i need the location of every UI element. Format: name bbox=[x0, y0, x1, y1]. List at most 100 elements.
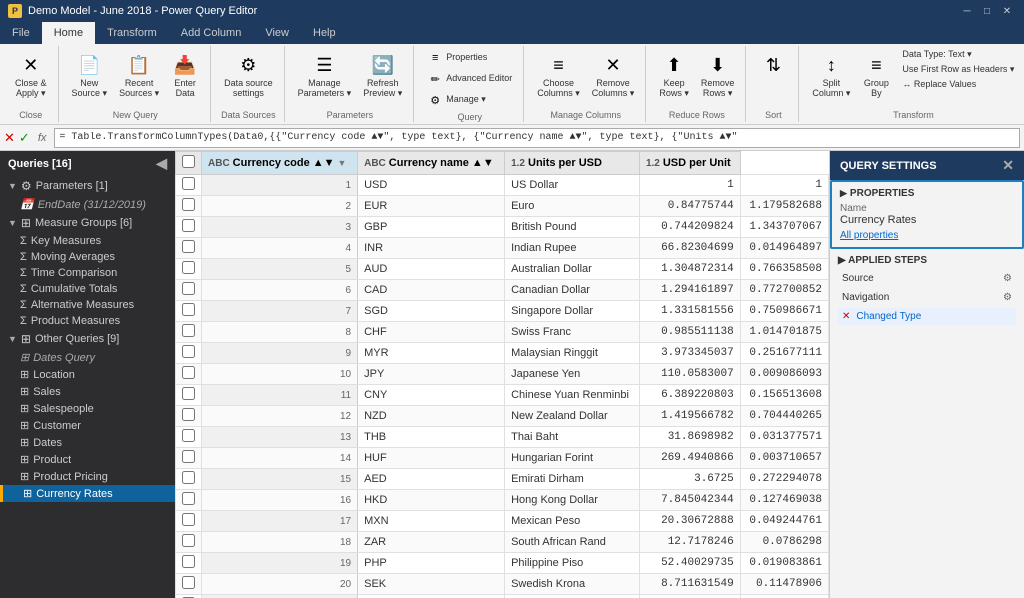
sidebar-item-customer[interactable]: ⊞ Customer bbox=[0, 417, 175, 434]
sidebar-item-dates-query[interactable]: ⊞ Dates Query bbox=[0, 349, 175, 366]
use-first-row-button[interactable]: Use First Row as Headers ▾ bbox=[897, 63, 1019, 77]
step-navigation[interactable]: Navigation ⚙ bbox=[838, 289, 1016, 306]
cell-currency-code[interactable]: CHF bbox=[358, 322, 505, 343]
row-checkbox[interactable] bbox=[182, 366, 195, 379]
table-row[interactable]: 15AEDEmirati Dirham3.67250.272294078 bbox=[176, 469, 829, 490]
cell-currency-name[interactable]: Philippine Piso bbox=[505, 553, 640, 574]
step-source-gear-icon[interactable]: ⚙ bbox=[1003, 273, 1012, 284]
cell-units-per-usd[interactable]: 52.40029735 bbox=[639, 553, 740, 574]
row-checkbox[interactable] bbox=[182, 219, 195, 232]
row-checkbox[interactable] bbox=[182, 492, 195, 505]
cell-currency-code[interactable]: GBP bbox=[358, 217, 505, 238]
table-row[interactable]: 14HUFHungarian Forint269.49408660.003710… bbox=[176, 448, 829, 469]
sidebar-item-location[interactable]: ⊞ Location bbox=[0, 366, 175, 383]
cell-currency-code[interactable]: ZAR bbox=[358, 532, 505, 553]
sidebar-item-salespeople[interactable]: ⊞ Salespeople bbox=[0, 400, 175, 417]
cell-currency-code[interactable]: MYR bbox=[358, 343, 505, 364]
table-row[interactable]: 10JPYJapanese Yen110.05830070.009086093 bbox=[176, 364, 829, 385]
row-checkbox[interactable] bbox=[182, 450, 195, 463]
cell-usd-per-unit[interactable]: 0.766358508 bbox=[740, 259, 828, 280]
cell-currency-name[interactable]: Chinese Yuan Renminbi bbox=[505, 385, 640, 406]
close-apply-button[interactable]: ✕ Close &Apply ▾ bbox=[10, 48, 52, 102]
cell-currency-name[interactable]: Mexican Peso bbox=[505, 511, 640, 532]
cell-usd-per-unit[interactable]: 0.127469038 bbox=[740, 490, 828, 511]
cell-currency-name[interactable]: Swiss Franc bbox=[505, 322, 640, 343]
choose-columns-button[interactable]: ≡ ChooseColumns ▾ bbox=[532, 48, 585, 102]
cell-currency-name[interactable]: Hong Kong Dollar bbox=[505, 490, 640, 511]
cell-currency-name[interactable]: British Pound bbox=[505, 217, 640, 238]
table-row[interactable]: 18ZARSouth African Rand12.71782460.07862… bbox=[176, 532, 829, 553]
row-checkbox[interactable] bbox=[182, 282, 195, 295]
tab-transform[interactable]: Transform bbox=[95, 22, 169, 44]
cell-currency-code[interactable]: NZD bbox=[358, 406, 505, 427]
cell-usd-per-unit[interactable]: 0.0786298 bbox=[740, 532, 828, 553]
cell-currency-code[interactable]: HKD bbox=[358, 490, 505, 511]
cell-currency-code[interactable]: SEK bbox=[358, 574, 505, 595]
cell-usd-per-unit[interactable]: 0.750986671 bbox=[740, 301, 828, 322]
cell-units-per-usd[interactable]: 1.294161897 bbox=[639, 280, 740, 301]
enter-data-button[interactable]: 📥 EnterData bbox=[166, 48, 204, 102]
cell-units-per-usd[interactable]: 269.4940866 bbox=[639, 448, 740, 469]
cell-currency-name[interactable]: Thai Baht bbox=[505, 427, 640, 448]
cell-units-per-usd[interactable]: 0.744209824 bbox=[639, 217, 740, 238]
cell-units-per-usd[interactable]: 20.30672888 bbox=[639, 511, 740, 532]
table-row[interactable]: 6CADCanadian Dollar1.2941618970.77270085… bbox=[176, 280, 829, 301]
row-checkbox[interactable] bbox=[182, 429, 195, 442]
table-row[interactable]: 4INRIndian Rupee66.823046990.014964897 bbox=[176, 238, 829, 259]
cell-currency-code[interactable]: THB bbox=[358, 427, 505, 448]
cell-currency-code[interactable]: INR bbox=[358, 238, 505, 259]
cell-currency-name[interactable]: US Dollar bbox=[505, 175, 640, 196]
advanced-editor-button[interactable]: ✏ Advanced Editor bbox=[422, 69, 517, 89]
cell-currency-name[interactable]: New Zealand Dollar bbox=[505, 406, 640, 427]
cell-units-per-usd[interactable]: 1.419566782 bbox=[639, 406, 740, 427]
cell-units-per-usd[interactable]: 13861.58608 bbox=[639, 595, 740, 598]
row-checkbox[interactable] bbox=[182, 303, 195, 316]
all-properties-link[interactable]: All properties bbox=[840, 230, 1014, 241]
manage-parameters-button[interactable]: ☰ ManageParameters ▾ bbox=[293, 48, 357, 102]
cell-currency-name[interactable]: Hungarian Forint bbox=[505, 448, 640, 469]
select-all-checkbox[interactable] bbox=[182, 155, 195, 168]
row-checkbox[interactable] bbox=[182, 240, 195, 253]
cell-currency-name[interactable]: Malaysian Ringgit bbox=[505, 343, 640, 364]
cell-currency-code[interactable]: CAD bbox=[358, 280, 505, 301]
row-checkbox[interactable] bbox=[182, 408, 195, 421]
table-row[interactable]: 5AUDAustralian Dollar1.3048723140.766358… bbox=[176, 259, 829, 280]
cell-units-per-usd[interactable]: 1 bbox=[639, 175, 740, 196]
sidebar-item-key-measures[interactable]: Σ Key Measures bbox=[0, 233, 175, 249]
cell-usd-per-unit[interactable]: 1.014701875 bbox=[740, 322, 828, 343]
cell-currency-code[interactable]: AED bbox=[358, 469, 505, 490]
sidebar-group-parameters-header[interactable]: ▼ ⚙ Parameters [1] bbox=[0, 176, 175, 196]
sidebar-item-time-comparison[interactable]: Σ Time Comparison bbox=[0, 265, 175, 281]
cell-usd-per-unit[interactable]: 1.179582688 bbox=[740, 196, 828, 217]
cell-currency-name[interactable]: Indonesian Rupiah bbox=[505, 595, 640, 598]
group-by-button[interactable]: ≡ GroupBy bbox=[857, 48, 895, 102]
new-source-button[interactable]: 📄 NewSource ▾ bbox=[67, 48, 113, 102]
table-row[interactable]: 8CHFSwiss Franc0.9855111381.014701875 bbox=[176, 322, 829, 343]
cell-currency-name[interactable]: Canadian Dollar bbox=[505, 280, 640, 301]
recent-sources-button[interactable]: 📋 RecentSources ▾ bbox=[114, 48, 164, 102]
cell-currency-name[interactable]: Euro bbox=[505, 196, 640, 217]
tab-help[interactable]: Help bbox=[301, 22, 348, 44]
table-row[interactable]: 16HKDHong Kong Dollar7.8450423440.127469… bbox=[176, 490, 829, 511]
cell-currency-name[interactable]: Swedish Krona bbox=[505, 574, 640, 595]
table-row[interactable]: 13THBThai Baht31.86989820.031377571 bbox=[176, 427, 829, 448]
table-row[interactable]: 12NZDNew Zealand Dollar1.4195667820.7044… bbox=[176, 406, 829, 427]
sidebar-item-product[interactable]: ⊞ Product bbox=[0, 451, 175, 468]
keep-rows-button[interactable]: ⬆ KeepRows ▾ bbox=[654, 48, 694, 102]
cell-usd-per-unit[interactable]: 0.019083861 bbox=[740, 553, 828, 574]
cell-usd-per-unit[interactable]: 0.014964897 bbox=[740, 238, 828, 259]
cell-units-per-usd[interactable]: 1.331581556 bbox=[639, 301, 740, 322]
cell-units-per-usd[interactable]: 8.711631549 bbox=[639, 574, 740, 595]
cell-currency-name[interactable]: Indian Rupee bbox=[505, 238, 640, 259]
formula-input[interactable] bbox=[54, 128, 1020, 148]
table-row[interactable]: 9MYRMalaysian Ringgit3.9733450370.251677… bbox=[176, 343, 829, 364]
row-checkbox[interactable] bbox=[182, 261, 195, 274]
cell-usd-per-unit[interactable]: 0.049244761 bbox=[740, 511, 828, 532]
row-checkbox[interactable] bbox=[182, 471, 195, 484]
row-checkbox[interactable] bbox=[182, 576, 195, 589]
cell-currency-name[interactable]: Emirati Dirham bbox=[505, 469, 640, 490]
sidebar-item-product-measures[interactable]: Σ Product Measures bbox=[0, 313, 175, 329]
table-row[interactable]: 7SGDSingapore Dollar1.3315815560.7509866… bbox=[176, 301, 829, 322]
cell-currency-name[interactable]: South African Rand bbox=[505, 532, 640, 553]
cell-usd-per-unit[interactable]: 0.772700852 bbox=[740, 280, 828, 301]
